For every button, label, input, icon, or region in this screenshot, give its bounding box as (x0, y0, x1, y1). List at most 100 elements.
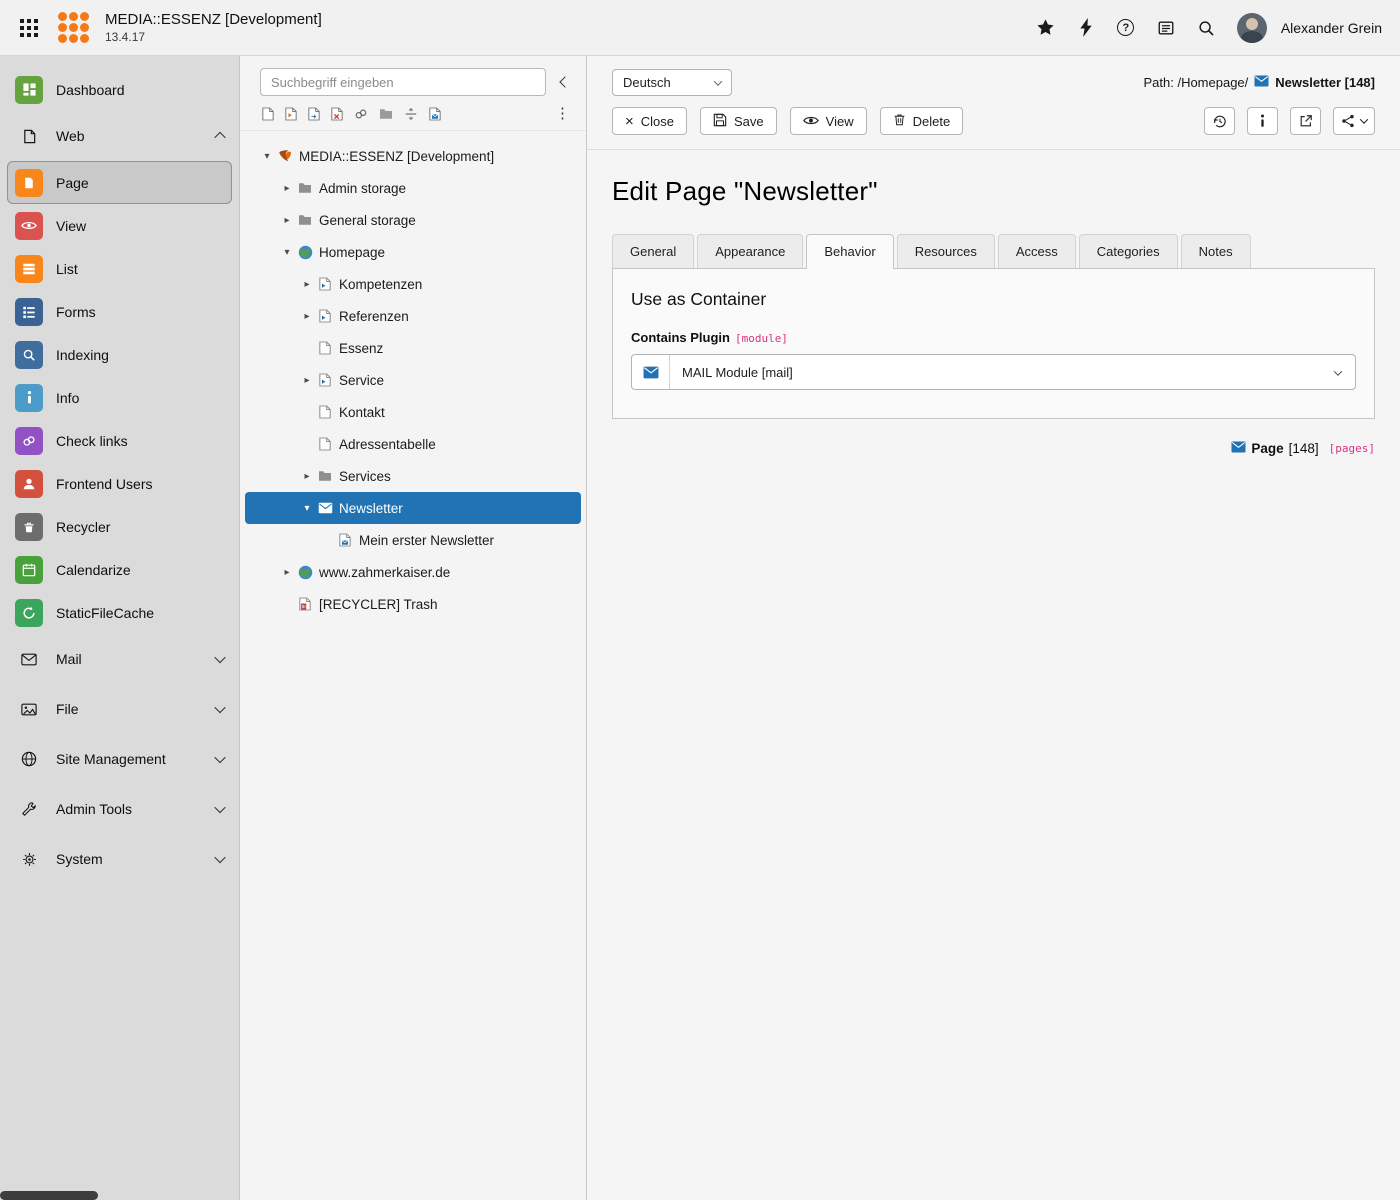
chevron-down-icon (1321, 363, 1355, 381)
chevron-expanded-icon[interactable]: ▾ (299, 503, 315, 514)
tree-node-referenzen[interactable]: ▸ Referenzen (245, 300, 581, 332)
tree-node-mein-erster-newsletter[interactable]: Mein erster Newsletter (245, 524, 581, 556)
chevron-collapsed-icon[interactable]: ▸ (299, 375, 315, 386)
new-recycler-page-icon[interactable] (331, 107, 343, 121)
module-section-admin-tools[interactable]: Admin Tools (0, 784, 239, 834)
user-avatar[interactable] (1237, 13, 1267, 43)
chevron-collapsed-icon[interactable]: ▸ (299, 279, 315, 290)
new-mail-page-icon[interactable] (429, 107, 441, 121)
module-list[interactable]: List (0, 247, 239, 290)
module-section-web[interactable]: Web (0, 111, 239, 161)
page-icon (315, 405, 335, 419)
module-forms[interactable]: Forms (0, 290, 239, 333)
module-frontend-users[interactable]: Frontend Users (0, 462, 239, 505)
tree-node-service[interactable]: ▸ Service (245, 364, 581, 396)
dashboard-icon (15, 76, 43, 104)
search-icon[interactable] (1189, 11, 1223, 45)
tab-appearance[interactable]: Appearance (697, 234, 803, 268)
module-label: Check links (56, 433, 128, 449)
close-button[interactable]: × Close (612, 107, 687, 135)
save-button[interactable]: Save (700, 107, 777, 135)
tree-node-homepage[interactable]: ▾ Homepage (245, 236, 581, 268)
tab-behavior[interactable]: Behavior (806, 234, 893, 269)
tree-node-zahmerkaiser[interactable]: ▸ www.zahmerkaiser.de (245, 556, 581, 588)
share-button[interactable] (1333, 107, 1375, 135)
help-icon[interactable]: ? (1109, 11, 1143, 45)
contains-plugin-select[interactable]: MAIL Module [mail] (631, 354, 1356, 390)
tree-node-kontakt[interactable]: Kontakt (245, 396, 581, 428)
chevron-collapsed-icon[interactable]: ▸ (299, 471, 315, 482)
folder-icon (295, 182, 315, 194)
chevron-collapsed-icon[interactable]: ▸ (279, 183, 295, 194)
chevron-expanded-icon[interactable]: ▾ (279, 247, 295, 258)
new-separator-icon[interactable] (404, 107, 418, 121)
clear-cache-bolt-icon[interactable] (1069, 11, 1103, 45)
new-standard-page-icon[interactable] (262, 107, 274, 121)
tab-access[interactable]: Access (998, 234, 1076, 268)
breadcrumb-record: Newsletter [148] (1275, 75, 1375, 90)
frontend-users-module-icon (15, 470, 43, 498)
module-section-mail[interactable]: Mail (0, 634, 239, 684)
module-recycler[interactable]: Recycler (0, 505, 239, 548)
user-name[interactable]: Alexander Grein (1281, 20, 1382, 36)
module-dashboard[interactable]: Dashboard (0, 68, 239, 111)
chevron-collapsed-icon[interactable]: ▸ (279, 215, 295, 226)
tree-node-admin-storage[interactable]: ▸ Admin storage (245, 172, 581, 204)
indexing-module-icon (15, 341, 43, 369)
tab-notes[interactable]: Notes (1181, 234, 1251, 268)
save-icon (713, 113, 727, 130)
module-staticfilecache[interactable]: StaticFileCache (0, 591, 239, 634)
module-label: Calendarize (56, 562, 131, 578)
chevron-expanded-icon[interactable]: ▾ (259, 151, 275, 162)
tree-node-root[interactable]: ▾ MEDIA::ESSENZ [Development] (245, 140, 581, 172)
tree-node-newsletter[interactable]: ▾ Newsletter (245, 492, 581, 524)
module-section-system[interactable]: System (0, 834, 239, 884)
tree-node-general-storage[interactable]: ▸ General storage (245, 204, 581, 236)
module-check-links[interactable]: Check links (0, 419, 239, 462)
open-in-new-window-button[interactable] (1290, 107, 1321, 135)
page-tree-panel: ⋮ ▾ MEDIA::ESSENZ [Development] ▸ Admin … (240, 56, 587, 1200)
tree-node-label: Essenz (339, 341, 383, 356)
modules-grid-icon[interactable] (12, 11, 46, 45)
history-button[interactable] (1204, 107, 1235, 135)
tree-more-options-icon[interactable]: ⋮ (555, 106, 570, 121)
tree-node-services[interactable]: ▸ Services (245, 460, 581, 492)
module-view[interactable]: View (0, 204, 239, 247)
tab-categories[interactable]: Categories (1079, 234, 1178, 268)
module-page[interactable]: Page (7, 161, 232, 204)
tree-search-input[interactable] (260, 68, 546, 96)
module-calendarize[interactable]: Calendarize (0, 548, 239, 591)
view-button-label: View (826, 114, 854, 129)
system-information-icon[interactable] (1149, 11, 1183, 45)
delete-button[interactable]: Delete (880, 107, 964, 135)
bookmark-star-icon[interactable] (1029, 11, 1063, 45)
new-folder-icon[interactable] (379, 108, 393, 120)
chevron-down-icon (214, 802, 225, 813)
new-shortcut-page-icon[interactable] (285, 107, 297, 121)
chevron-collapsed-icon[interactable]: ▸ (279, 567, 295, 578)
record-uid: [148] (1289, 441, 1319, 456)
tab-general[interactable]: General (612, 234, 694, 268)
page-shortcut-icon (315, 277, 335, 291)
module-info[interactable]: Info (0, 376, 239, 419)
module-section-site-management[interactable]: Site Management (0, 734, 239, 784)
language-select[interactable]: Deutsch (612, 69, 732, 96)
tab-resources[interactable]: Resources (897, 234, 995, 268)
info-button[interactable] (1247, 107, 1278, 135)
history-icon (1212, 114, 1227, 129)
collapse-tree-icon[interactable] (552, 69, 578, 95)
tree-node-kompetenzen[interactable]: ▸ Kompetenzen (245, 268, 581, 300)
new-external-link-page-icon[interactable] (308, 107, 320, 121)
view-button[interactable]: View (790, 107, 867, 135)
new-mountpoint-page-icon[interactable] (354, 107, 368, 121)
app-title: MEDIA::ESSENZ [Development] (105, 11, 322, 30)
tree-node-recycler-trash[interactable]: [RECYCLER] Trash (245, 588, 581, 620)
tree-node-essenz[interactable]: Essenz (245, 332, 581, 364)
horizontal-scrollbar-thumb[interactable] (0, 1191, 98, 1200)
chevron-down-icon (1360, 115, 1368, 123)
tree-node-label: MEDIA::ESSENZ [Development] (299, 149, 494, 164)
module-section-file[interactable]: File (0, 684, 239, 734)
module-indexing[interactable]: Indexing (0, 333, 239, 376)
chevron-collapsed-icon[interactable]: ▸ (299, 311, 315, 322)
tree-node-adressentabelle[interactable]: Adressentabelle (245, 428, 581, 460)
